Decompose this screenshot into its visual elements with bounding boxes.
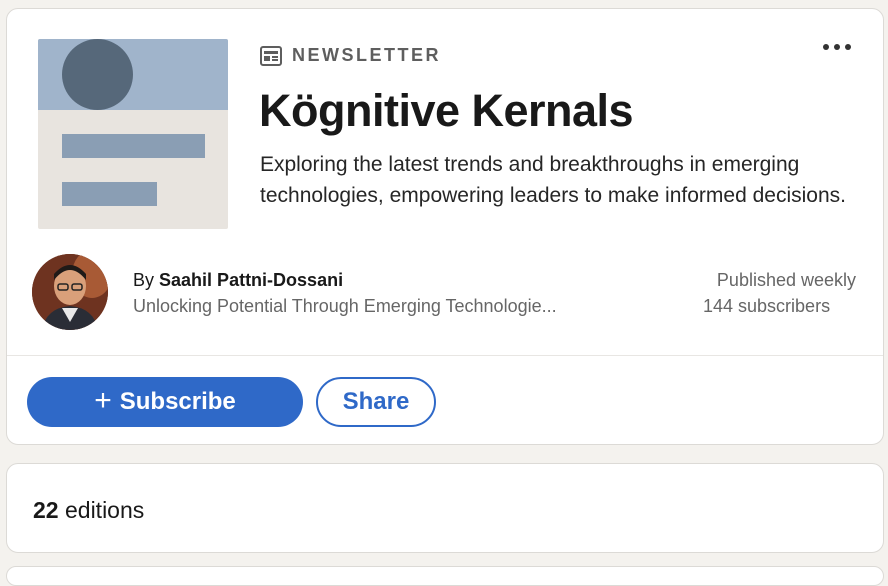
author-byline: By Saahil Pattni-Dossani [133,270,343,291]
share-button[interactable]: Share [316,377,436,427]
author-by-prefix: By [133,270,155,290]
newsletter-icon [260,45,282,66]
newsletter-type-row: NEWSLETTER [260,45,441,66]
newsletter-cover-image [38,39,228,229]
author-avatar[interactable] [32,254,108,330]
author-name[interactable]: Saahil Pattni-Dossani [159,270,343,290]
more-horizontal-icon-dot [834,44,840,50]
share-button-label: Share [342,388,410,415]
cover-circle [62,39,133,110]
subscribe-button[interactable]: + Subscribe [27,377,303,427]
more-options-button[interactable] [815,33,859,61]
subscribe-button-label: Subscribe [119,388,236,415]
editions-count-text: 22 editions [33,497,144,524]
cover-bar [62,182,157,206]
plus-icon: + [94,383,112,417]
author-tagline: Unlocking Potential Through Emerging Tec… [133,296,557,316]
newsletter-type-label: NEWSLETTER [292,45,441,65]
editions-count: 22 [33,497,59,523]
subscriber-count: 144 subscribers [703,296,831,316]
newsletter-card: NEWSLETTER Kögnitive Kernals Exploring t… [6,8,884,445]
editions-label: editions [64,497,145,523]
editions-card[interactable]: 22 editions [6,463,884,553]
card-divider [7,355,883,356]
newsletter-description: Exploring the latest trends and breakthr… [260,153,846,207]
publish-frequency: Published weekly [716,270,856,290]
cover-bar [62,134,205,158]
newsletter-title[interactable]: Kögnitive Kernals [259,83,634,139]
more-horizontal-icon-dot [845,44,851,50]
next-card-edge [6,566,884,586]
more-horizontal-icon [823,44,829,50]
